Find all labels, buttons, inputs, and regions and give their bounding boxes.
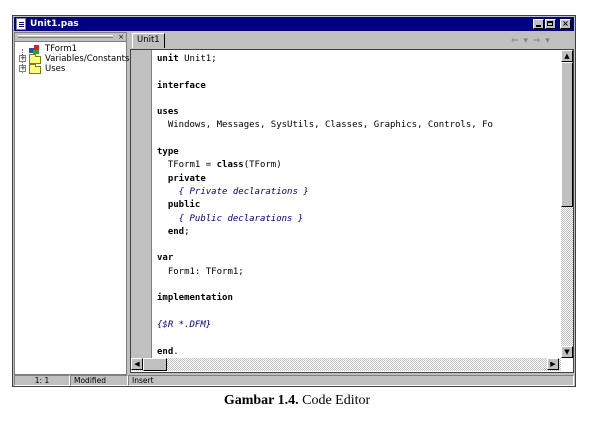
code-keyword: end: [157, 346, 174, 357]
maximize-button[interactable]: [545, 19, 556, 29]
code-keyword: interface: [157, 80, 206, 91]
code-line[interactable]: Form1: TForm1;: [157, 266, 561, 279]
code-comment: {$R *.DFM}: [157, 319, 212, 330]
explorer-grab-bar[interactable]: ×: [15, 33, 126, 42]
figure-caption: Gambar 1.4. Code Editor: [0, 393, 594, 409]
back-arrow-icon[interactable]: ⇐ ▾: [511, 36, 529, 46]
code-line[interactable]: [157, 66, 561, 79]
code-line[interactable]: end;: [157, 226, 561, 239]
code-keyword: public: [167, 200, 201, 211]
scroll-up-icon[interactable]: ▲: [561, 50, 573, 62]
code-line[interactable]: var: [157, 252, 561, 265]
code-keyword: unit: [157, 54, 179, 64]
tab-unit1[interactable]: Unit1: [132, 33, 165, 48]
code-text: ;: [184, 226, 190, 237]
code-comment: { Public declarations }: [157, 213, 304, 224]
insert-mode-indicator: Insert: [128, 375, 574, 386]
code-explorer-pane: × TForm1 + Variables/Constants + Uses: [14, 32, 130, 375]
vertical-scroll-thumb[interactable]: [561, 62, 573, 207]
code-text: .: [173, 346, 179, 357]
scroll-down-icon[interactable]: ▼: [561, 346, 573, 358]
code-keyword: end: [167, 226, 185, 237]
tree-label: Variables/Constants: [45, 54, 130, 64]
folder-icon: [29, 54, 41, 64]
code-line[interactable]: { Private declarations }: [157, 186, 561, 199]
editor-tab-bar: Unit1: [128, 32, 573, 49]
code-editor[interactable]: unit Unit1; interface uses Windows, Mess…: [130, 49, 574, 373]
history-nav: ⇐ ▾ ⇒ ▾: [511, 36, 551, 46]
code-line[interactable]: private: [157, 173, 561, 186]
close-button[interactable]: ×: [560, 19, 571, 29]
code-keyword: type: [157, 147, 179, 158]
code-comment: { Private declarations }: [157, 186, 309, 197]
cursor-position: 1: 1: [14, 375, 70, 386]
code-keyword: var: [157, 253, 174, 264]
code-keyword: private: [167, 173, 206, 184]
title-bar[interactable]: Unit1.pas ×: [14, 17, 574, 31]
code-line[interactable]: TForm1 = class(TForm): [157, 159, 561, 172]
forward-arrow-icon[interactable]: ⇒ ▾: [533, 36, 551, 46]
code-line[interactable]: [157, 239, 561, 252]
editor-gutter[interactable]: [131, 50, 152, 358]
code-text: Unit1;: [178, 54, 217, 64]
code-line[interactable]: public: [157, 199, 561, 212]
figure-label: Gambar 1.4.: [223, 393, 299, 408]
tree-label: Uses: [45, 64, 66, 74]
figure-text: Code Editor: [298, 393, 371, 408]
code-keyword: implementation: [157, 293, 233, 304]
tree-label: TForm1: [45, 44, 78, 54]
code-editor-window: Unit1.pas × × TForm1 + Variables/Constan…: [12, 15, 576, 387]
horizontal-scroll-thumb[interactable]: [143, 358, 167, 371]
code-line[interactable]: [157, 306, 561, 319]
code-text: TForm1 =: [157, 160, 217, 171]
code-line[interactable]: unit Unit1;: [157, 53, 561, 66]
code-line[interactable]: [157, 279, 561, 292]
code-line[interactable]: interface: [157, 80, 561, 93]
code-line[interactable]: uses: [157, 106, 561, 119]
modified-indicator: Modified: [70, 375, 128, 386]
code-keyword: uses: [157, 107, 179, 118]
code-text: Windows, Messages, SysUtils, Classes, Gr…: [157, 120, 493, 131]
scroll-left-icon[interactable]: ◀: [131, 358, 143, 370]
folder-icon: [29, 64, 41, 74]
expand-icon[interactable]: +: [19, 55, 26, 62]
window-title: Unit1.pas: [30, 19, 79, 29]
code-line[interactable]: { Public declarations }: [157, 213, 561, 226]
expand-icon[interactable]: +: [19, 65, 26, 72]
horizontal-scrollbar[interactable]: ◀ ▶: [131, 358, 561, 371]
code-line[interactable]: {$R *.DFM}: [157, 319, 561, 332]
status-bar: 1: 1 Modified Insert: [14, 375, 574, 386]
code-line[interactable]: type: [157, 146, 561, 159]
code-text: (TForm): [243, 160, 282, 171]
code-text: Form1: TForm1;: [157, 266, 244, 277]
code-line[interactable]: [157, 332, 561, 345]
scroll-right-icon[interactable]: ▶: [547, 358, 559, 370]
code-line[interactable]: Windows, Messages, SysUtils, Classes, Gr…: [157, 119, 561, 132]
code-line[interactable]: end.: [157, 346, 561, 357]
minimize-button[interactable]: [533, 19, 544, 29]
vertical-scrollbar[interactable]: ▲ ▼: [561, 50, 573, 358]
source-code[interactable]: unit Unit1; interface uses Windows, Mess…: [157, 53, 561, 357]
code-line[interactable]: [157, 133, 561, 146]
code-line[interactable]: [157, 93, 561, 106]
explorer-close-icon[interactable]: ×: [118, 33, 124, 41]
code-keyword: class: [216, 160, 244, 171]
document-icon: [16, 18, 26, 30]
code-line[interactable]: implementation: [157, 292, 561, 305]
